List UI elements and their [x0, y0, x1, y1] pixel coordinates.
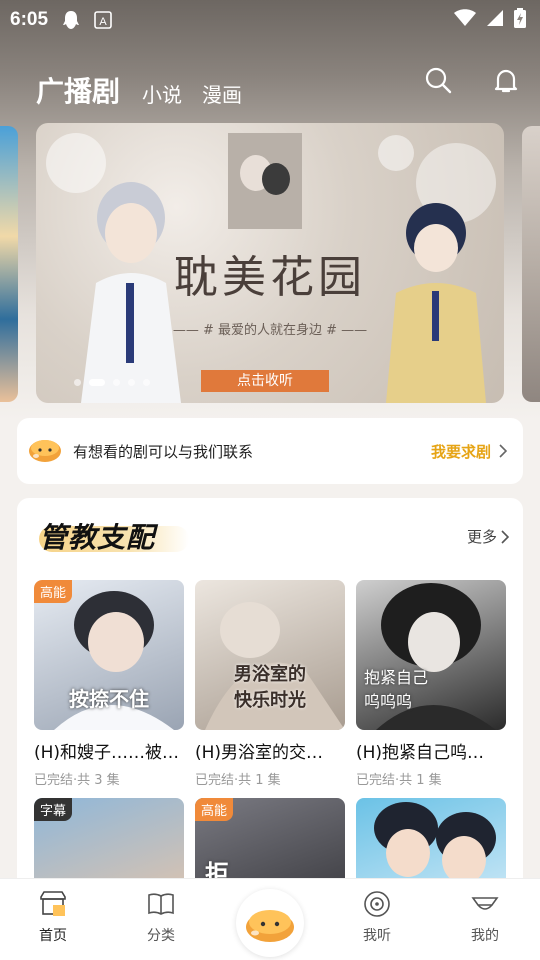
category-section: 管教支配 更多 高能 按捺不住 (H)和嫂子……被… 已完结·共 3 集 男浴室…: [17, 498, 523, 948]
banner-page-indicator: [74, 379, 150, 386]
drama-title: (H)和嫂子……被…: [34, 743, 180, 763]
chevron-right-icon: [499, 444, 507, 458]
banner-listen-button[interactable]: 点击收听: [201, 370, 329, 392]
drama-card[interactable]: 抱紧自己 呜呜呜 (H)抱紧自己呜… 已完结·共 1 集: [356, 580, 506, 788]
page-dot: [113, 379, 120, 386]
chevron-right-icon: [501, 529, 509, 544]
book-icon: [148, 893, 174, 915]
nav-profile-label: 我的: [471, 928, 499, 944]
top-tab-bar: 广播剧 小说 漫画: [0, 62, 540, 112]
banner-next-peek[interactable]: [522, 126, 540, 402]
svg-text:A: A: [99, 16, 107, 28]
home-icon: [40, 891, 66, 916]
tag-badge: 高能: [34, 580, 73, 603]
nav-category[interactable]: 分类: [121, 889, 201, 945]
page-dot: [74, 379, 81, 386]
tab-comic[interactable]: 漫画: [202, 78, 242, 112]
cover-text: 按捺不住: [69, 687, 149, 711]
nav-home-label: 首页: [39, 928, 67, 944]
bottom-nav: 首页 分类 我听 我的: [0, 878, 540, 960]
profile-icon: [471, 897, 499, 910]
banner-carousel[interactable]: 耽美花园 —— # 最爱的人就在身边 # —— 点击收听: [36, 123, 504, 403]
more-label: 更多: [466, 528, 497, 546]
more-button[interactable]: 更多: [467, 526, 509, 547]
drama-cover: 抱紧自己 呜呜呜: [356, 580, 506, 730]
tag-badge: 高能: [195, 798, 234, 821]
nav-profile[interactable]: 我的: [445, 889, 525, 945]
request-link-label: 我要求剧: [430, 442, 491, 461]
status-time: 6:05: [10, 9, 49, 30]
qq-icon: [62, 10, 80, 30]
status-bar: 6:05 A: [0, 0, 540, 40]
bell-icon[interactable]: [492, 66, 520, 98]
banner-prev-peek[interactable]: [0, 126, 18, 402]
drama-card[interactable]: 男浴室的 快乐时光 (H)男浴室的交… 已完结·共 1 集: [195, 580, 345, 788]
drama-cover: 男浴室的 快乐时光: [195, 580, 345, 730]
page-dot-active: [89, 379, 105, 386]
nav-listening[interactable]: 我听: [337, 889, 417, 945]
page-dot: [143, 379, 150, 386]
wifi-icon: [454, 9, 476, 31]
tag-badge: 字幕: [34, 798, 73, 821]
section-title: 管教支配: [39, 521, 156, 554]
page-dot: [128, 379, 135, 386]
player-button[interactable]: [236, 889, 304, 957]
a-icon: A: [94, 11, 112, 29]
drama-meta: 已完结·共 1 集: [195, 773, 281, 788]
tab-novel[interactable]: 小说: [142, 78, 182, 112]
drama-title: (H)抱紧自己呜…: [356, 743, 485, 763]
nav-home[interactable]: 首页: [13, 889, 93, 945]
request-drama-bar[interactable]: 有想看的剧可以与我们联系 我要求剧: [17, 418, 523, 484]
battery-icon: [514, 8, 526, 32]
search-icon[interactable]: [424, 66, 452, 98]
nav-category-label: 分类: [147, 928, 175, 944]
cover-text: 男浴室的 快乐时光: [234, 664, 306, 711]
drama-title: (H)男浴室的交…: [195, 743, 324, 763]
mascot-icon: [246, 910, 294, 942]
request-drama-link[interactable]: 我要求剧: [431, 441, 507, 462]
headphone-disc-icon: [364, 891, 390, 917]
nav-listening-label: 我听: [363, 928, 391, 944]
drama-card[interactable]: 高能 按捺不住 (H)和嫂子……被… 已完结·共 3 集: [34, 580, 184, 788]
mascot-icon: [27, 434, 63, 468]
drama-meta: 已完结·共 1 集: [356, 773, 442, 788]
cover-text: 抱紧自己 呜呜呜: [364, 668, 429, 711]
tab-radio-drama[interactable]: 广播剧: [36, 72, 120, 112]
drama-cover: 高能 按捺不住: [34, 580, 184, 730]
banner-subtitle: —— # 最爱的人就在身边 # ——: [172, 323, 368, 338]
signal-icon: [486, 9, 504, 31]
drama-meta: 已完结·共 3 集: [34, 773, 120, 788]
request-prompt: 有想看的剧可以与我们联系: [73, 442, 254, 461]
banner-title: 耽美花园: [174, 252, 366, 303]
